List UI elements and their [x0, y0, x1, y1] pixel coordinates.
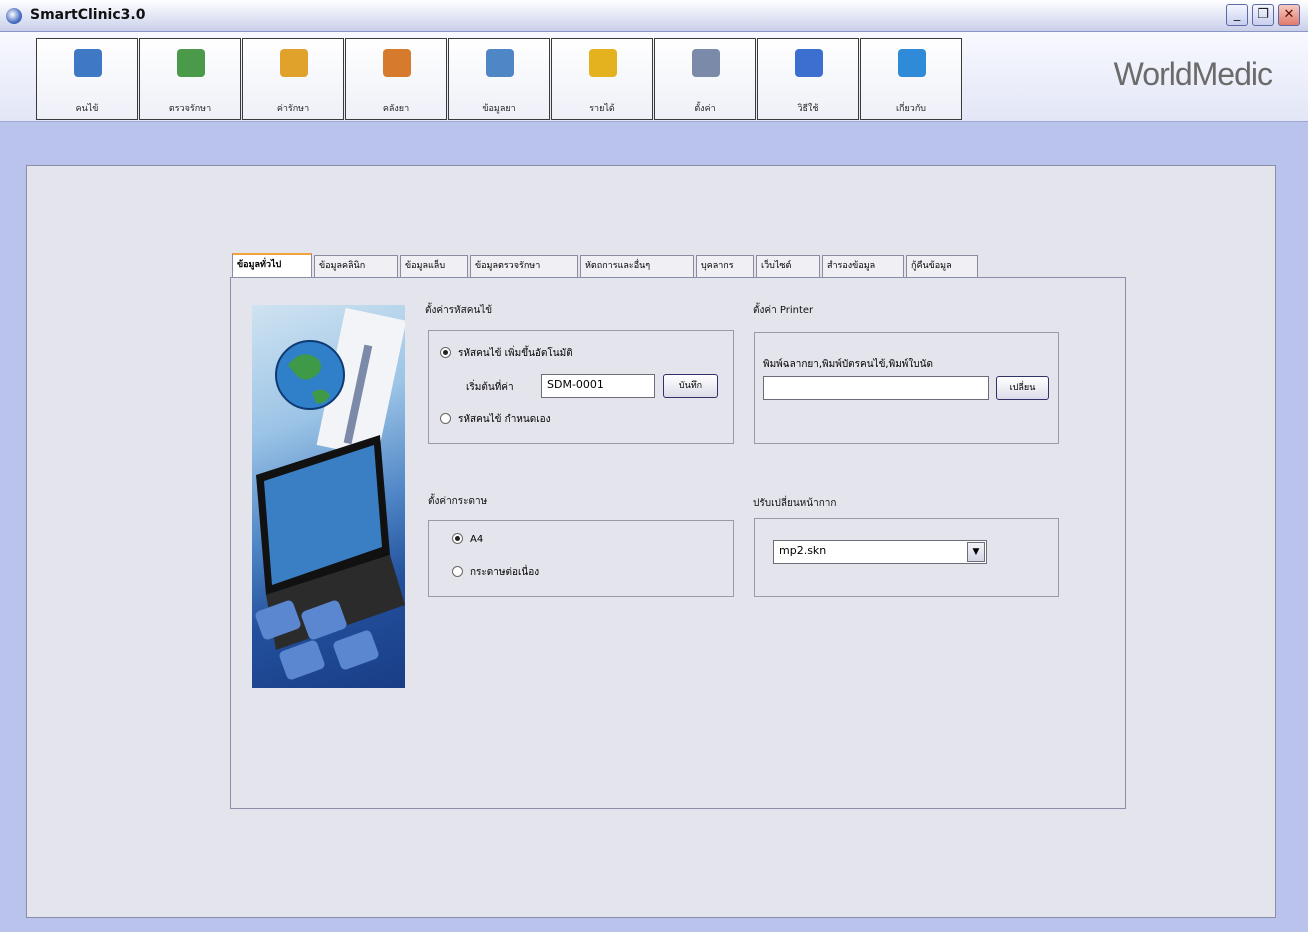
tab-general[interactable]: ข้อมูลทั่วไป	[232, 253, 312, 277]
tab-website[interactable]: เว็บไซต์	[756, 255, 820, 277]
restore-button[interactable]: ❐	[1252, 4, 1274, 26]
auto-code-radio[interactable]	[440, 347, 451, 358]
toolbar-button-label: ตั้งค่า	[694, 104, 716, 114]
about-icon	[898, 49, 926, 77]
tab-examination[interactable]: ข้อมูลตรวจรักษา	[470, 255, 578, 277]
paper-a4-label: A4	[470, 534, 484, 545]
help-cursor-icon	[795, 49, 823, 77]
people-icon	[177, 49, 205, 77]
toolbar-button-pharmacy[interactable]: คลังยา	[345, 38, 447, 120]
paper-title: ตั้งค่ากระดาษ	[428, 496, 488, 507]
window-title: SmartClinic3.0	[30, 7, 146, 23]
toolbar-button-label: คลังยา	[382, 104, 410, 114]
toolbar-button-settings[interactable]: ตั้งค่า	[654, 38, 756, 120]
tab-personnel[interactable]: บุคลากร	[696, 255, 754, 277]
window-coins-icon	[280, 49, 308, 77]
printer-title: ตั้งค่า Printer	[753, 305, 814, 316]
paper-a4-option[interactable]: A4	[452, 533, 483, 545]
toolbar-button-patients[interactable]: คนไข้	[36, 38, 138, 120]
paper-a4-radio[interactable]	[452, 533, 463, 544]
toolbar-button-drug-info[interactable]: ข้อมูลยา	[448, 38, 550, 120]
minimize-button[interactable]: _	[1226, 4, 1248, 26]
printer-input[interactable]	[763, 376, 989, 400]
tab-clinic[interactable]: ข้อมูลคลินิก	[314, 255, 398, 277]
globe-laptop-illustration	[255, 307, 405, 680]
start-code-input[interactable]: SDM-0001	[541, 374, 655, 398]
brand-logo: WorldMedic	[1113, 56, 1273, 92]
title-bar: SmartClinic3.0 _ ❐ ✕	[0, 0, 1308, 32]
close-button[interactable]: ✕	[1278, 4, 1300, 26]
tab-restore[interactable]: กู้คืนข้อมูล	[906, 255, 978, 277]
decorative-banner-image	[252, 305, 405, 688]
toolbar-button-help[interactable]: วิธีใช้	[757, 38, 859, 120]
app-icon	[6, 8, 22, 24]
pill-icon	[486, 49, 514, 77]
tab-backup[interactable]: สำรองข้อมูล	[822, 255, 904, 277]
toolbar-button-label: ค่ารักษา	[276, 104, 310, 114]
paper-continuous-option[interactable]: กระดาษต่อเนื่อง	[452, 565, 539, 580]
toolbar-button-label: ข้อมูลยา	[482, 104, 516, 114]
start-value-label: เริ่มต้นที่ค่า	[466, 382, 514, 393]
manual-code-option[interactable]: รหัสคนไข้ กำหนดเอง	[440, 412, 551, 427]
tab-lab[interactable]: ข้อมูลแล็บ	[400, 255, 468, 277]
main-toolbar: คนไข้ ตรวจรักษา ค่ารักษา คลังยา ข้อมูลยา…	[0, 32, 1308, 122]
patient-code-title: ตั้งค่ารหัสคนไข้	[425, 305, 493, 316]
coins-icon	[589, 49, 617, 77]
manual-code-label: รหัสคนไข้ กำหนดเอง	[458, 414, 551, 425]
tools-icon	[692, 49, 720, 77]
toolbar-button-income[interactable]: รายได้	[551, 38, 653, 120]
skin-select[interactable]: mp2.skn	[773, 540, 987, 564]
toolbar-button-label: เกี่ยวกับ	[895, 104, 926, 114]
paper-continuous-radio[interactable]	[452, 566, 463, 577]
paper-continuous-label: กระดาษต่อเนื่อง	[470, 567, 540, 578]
toolbar-button-label: ตรวจรักษา	[168, 104, 212, 114]
paper-group	[428, 520, 734, 597]
tab-procedures[interactable]: หัตถการและอื่นๆ	[580, 255, 694, 277]
auto-code-option[interactable]: รหัสคนไข้ เพิ่มขึ้นอัตโนมัติ	[440, 346, 573, 361]
printer-description: พิมพ์ฉลากยา,พิมพ์บัตรคนไข้,พิมพ์ใบนัด	[763, 359, 933, 370]
boxes-icon	[383, 49, 411, 77]
toolbar-button-examine[interactable]: ตรวจรักษา	[139, 38, 241, 120]
toolbar-button-fees[interactable]: ค่ารักษา	[242, 38, 344, 120]
skin-title: ปรับเปลี่ยนหน้ากาก	[753, 498, 837, 509]
toolbar-button-label: คนไข้	[75, 104, 99, 114]
auto-code-label: รหัสคนไข้ เพิ่มขึ้นอัตโนมัติ	[458, 348, 573, 359]
folder-icon	[74, 49, 102, 77]
chevron-down-icon[interactable]: ▼	[967, 542, 985, 562]
toolbar-button-about[interactable]: เกี่ยวกับ	[860, 38, 962, 120]
save-code-button[interactable]: บันทึก	[663, 374, 718, 398]
toolbar-button-label: วิธีใช้	[797, 104, 819, 114]
change-printer-button[interactable]: เปลี่ยน	[996, 376, 1049, 400]
manual-code-radio[interactable]	[440, 413, 451, 424]
toolbar-button-label: รายได้	[589, 104, 615, 114]
